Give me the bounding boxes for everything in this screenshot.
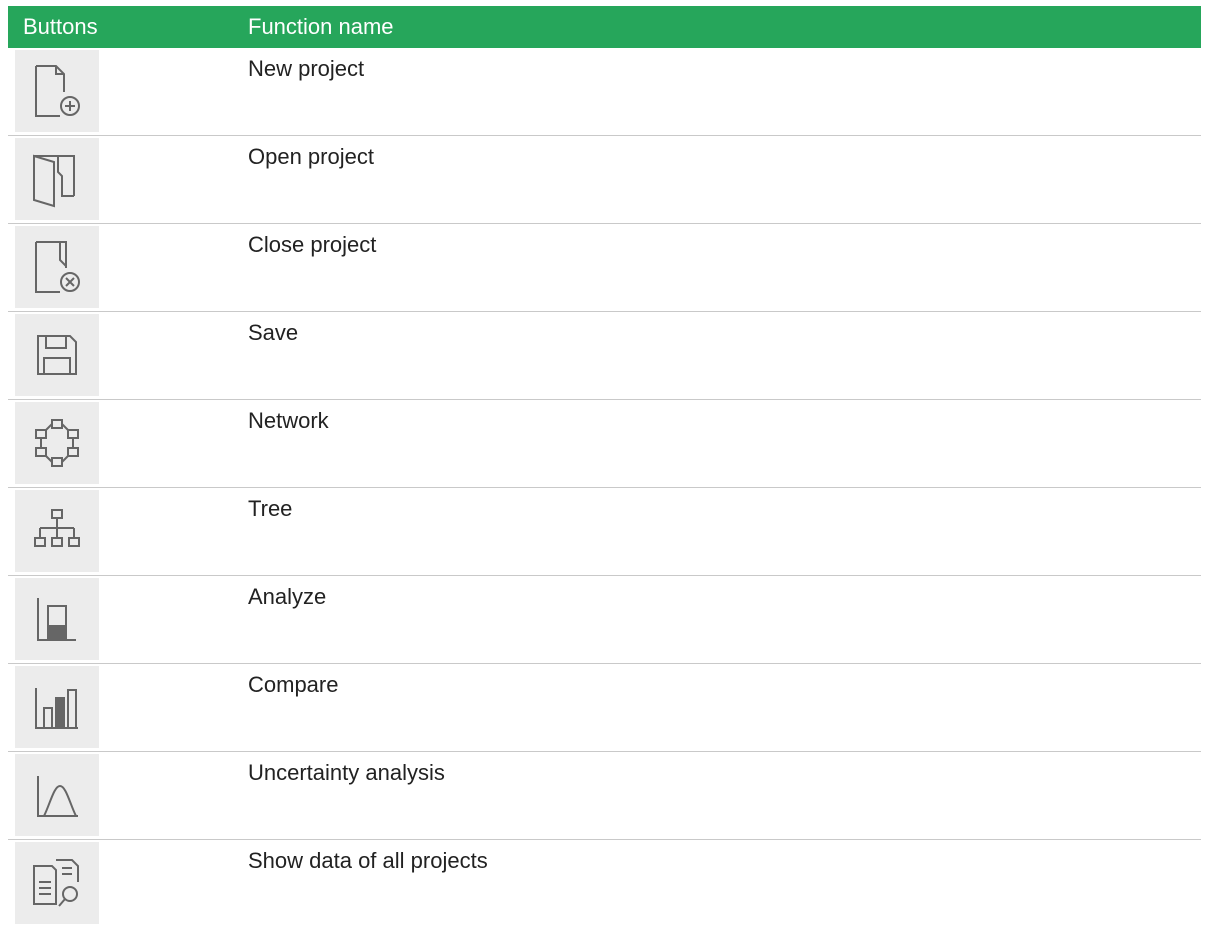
function-name: Compare <box>248 672 339 697</box>
new-project-icon <box>15 50 99 132</box>
function-name: Show data of all projects <box>248 848 488 873</box>
open-project-icon <box>15 138 99 220</box>
table-row: Save <box>8 312 1201 400</box>
function-name: New project <box>248 56 365 81</box>
header-buttons: Buttons <box>23 14 98 39</box>
function-name: Save <box>248 320 299 345</box>
table-row: Uncertainty analysis <box>8 752 1201 840</box>
network-icon <box>15 402 99 484</box>
table-row: Open project <box>8 136 1201 224</box>
table-header: Buttons Function name <box>8 6 1201 48</box>
analyze-icon <box>15 578 99 660</box>
table-row: Show data of all projects <box>8 840 1201 928</box>
table-row: Tree <box>8 488 1201 576</box>
compare-icon <box>15 666 99 748</box>
table-row: Close project <box>8 224 1201 312</box>
close-project-icon <box>15 226 99 308</box>
save-icon <box>15 314 99 396</box>
function-name: Open project <box>248 144 374 169</box>
function-name: Tree <box>248 496 293 521</box>
function-name: Network <box>248 408 329 433</box>
table-row: Analyze <box>8 576 1201 664</box>
function-name: Uncertainty analysis <box>248 760 445 785</box>
table-row: Compare <box>8 664 1201 752</box>
buttons-function-table: Buttons Function name New project Open p… <box>8 6 1201 928</box>
show-data-all-projects-icon <box>15 842 99 924</box>
function-name: Analyze <box>248 584 327 609</box>
tree-icon <box>15 490 99 572</box>
table-row: Network <box>8 400 1201 488</box>
table-row: New project <box>8 48 1201 136</box>
uncertainty-analysis-icon <box>15 754 99 836</box>
function-name: Close project <box>248 232 377 257</box>
header-function-name: Function name <box>248 14 394 39</box>
